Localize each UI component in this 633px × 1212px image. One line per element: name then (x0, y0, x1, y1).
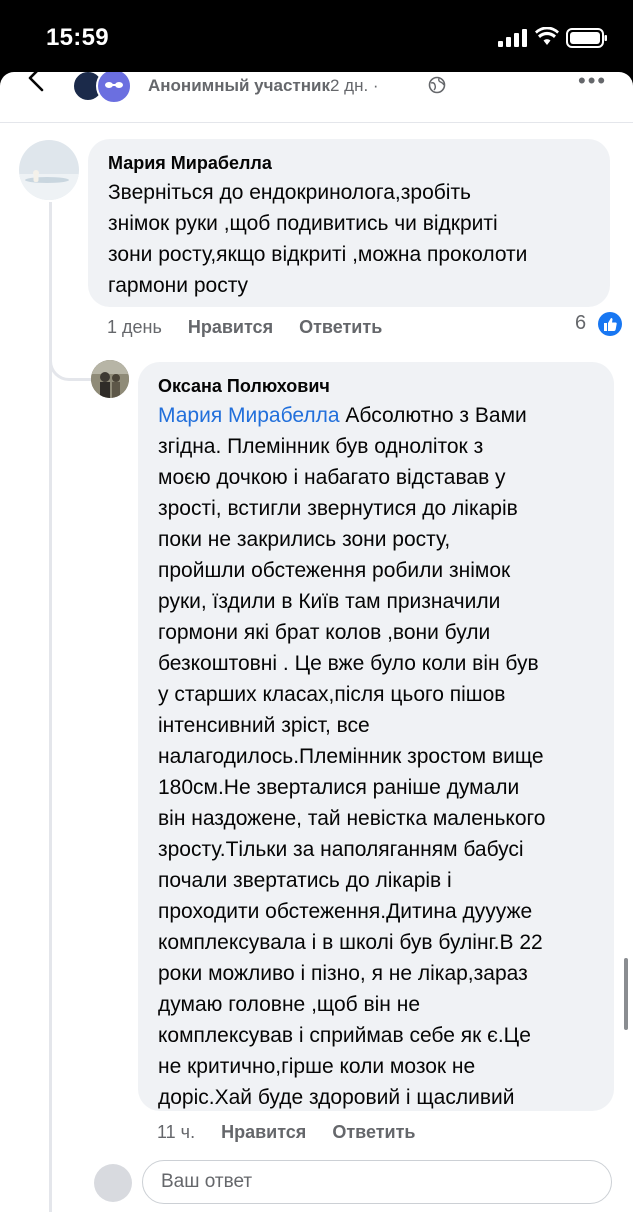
status-bar: 15:59 (0, 0, 633, 74)
comment-actions: 1 день Нравится Ответить (107, 317, 408, 338)
comment-like-count[interactable]: 6 (575, 312, 586, 335)
mention-link[interactable]: Мария Мирабелла (158, 404, 340, 427)
reply-author-avatar[interactable] (91, 360, 129, 398)
comment-time: 1 день (107, 317, 162, 337)
comment-bubble: Мария Мирабелла Зверніться до ендокринол… (88, 139, 610, 307)
reply-time: 11 ч. (157, 1122, 196, 1142)
post-date: 2 дн. · (329, 76, 379, 95)
reply-input[interactable] (142, 1160, 612, 1204)
reply-like-button[interactable]: Нравится (221, 1122, 306, 1142)
battery-icon (566, 28, 607, 48)
thumbs-up-icon (598, 312, 622, 336)
reply-body: Абсолютно з Вами згідна. Племінник був о… (158, 404, 546, 1109)
post-author: Анонимный участник (148, 76, 330, 95)
commenter-avatar[interactable] (19, 140, 79, 200)
reply-connector (49, 332, 92, 381)
comment-reply-button[interactable]: Ответить (299, 317, 382, 337)
comments-sheet: Анонимный участник2 дн. · ••• Мария Мира… (0, 72, 633, 1212)
more-options-icon[interactable]: ••• (578, 72, 607, 94)
comment-author[interactable]: Мария Мирабелла (108, 153, 272, 174)
group-avatars (72, 72, 142, 104)
reply-actions: 11 ч. Нравится Ответить (157, 1122, 442, 1143)
post-author-line: Анонимный участник2 дн. · (148, 76, 379, 96)
reply-author[interactable]: Оксана Полюхович (158, 376, 330, 397)
reply-bubble: Оксана Полюхович Мария Мирабелла Абсолют… (138, 362, 614, 1111)
cellular-signal-icon (498, 29, 527, 47)
status-time: 15:59 (46, 24, 109, 51)
header-divider (0, 122, 633, 123)
comment-text: Зверніться до ендокринолога,зробіть знім… (108, 181, 528, 297)
globe-icon (428, 76, 446, 94)
scrollbar[interactable] (624, 958, 628, 1030)
reply-reply-button[interactable]: Ответить (332, 1122, 415, 1142)
reply-text: Мария Мирабелла Абсолютно з Вами згідна.… (158, 400, 545, 1113)
wifi-icon (535, 27, 559, 45)
anonymous-avatar-icon (96, 72, 132, 104)
back-chevron-icon[interactable] (24, 72, 48, 94)
post-header: Анонимный участник2 дн. · ••• (0, 72, 633, 114)
my-avatar (94, 1164, 132, 1202)
comment-like-button[interactable]: Нравится (188, 317, 273, 337)
